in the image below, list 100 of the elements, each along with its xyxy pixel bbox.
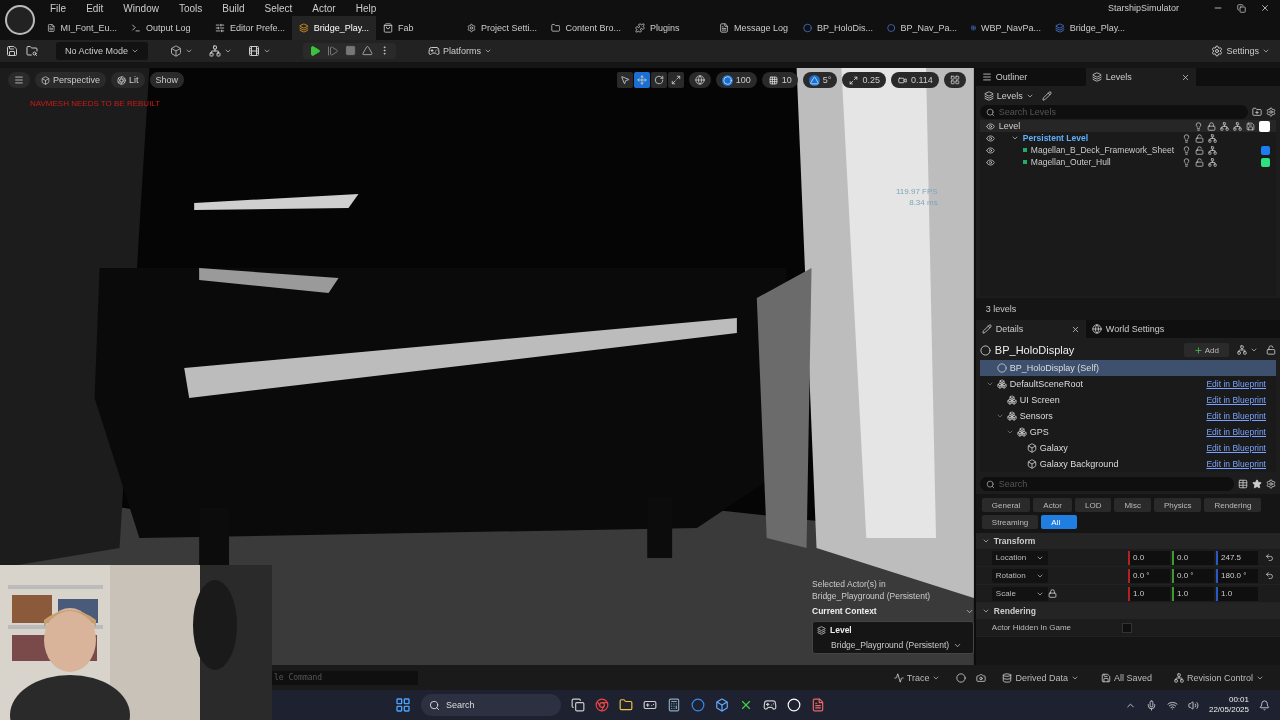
editor-tab[interactable]: Message Log xyxy=(712,16,796,40)
bell-icon[interactable] xyxy=(1259,699,1270,711)
panel-tab[interactable]: Levels xyxy=(1085,68,1196,86)
edit-blueprint-link[interactable]: Edit in Blueprint xyxy=(1206,459,1266,469)
mic-icon[interactable] xyxy=(1145,699,1157,711)
menu-item[interactable]: Build xyxy=(212,2,255,14)
number-field[interactable]: 0.0 ° xyxy=(1128,568,1170,583)
play-icon[interactable] xyxy=(309,45,321,57)
close-icon[interactable] xyxy=(1260,3,1270,13)
level-row[interactable]: Magellan_B_Deck_Framework_Sheet xyxy=(979,144,1276,156)
caret-icon[interactable] xyxy=(981,537,990,545)
settings-icon[interactable] xyxy=(1266,107,1276,117)
number-field[interactable]: 0.0 xyxy=(1172,550,1214,565)
editor-tab[interactable]: BP_Nav_Pa... xyxy=(880,16,964,40)
saved-button[interactable]: All Saved xyxy=(1094,671,1158,684)
edit-blueprint-link[interactable]: Edit in Blueprint xyxy=(1206,379,1266,389)
restore-icon[interactable] xyxy=(1237,3,1246,13)
gamepad-icon[interactable] xyxy=(643,698,657,712)
component-row[interactable]: Galaxy Background Edit in Blueprint xyxy=(979,456,1276,472)
filter-tab[interactable]: Streaming xyxy=(981,515,1039,529)
panel-tab[interactable]: World Settings xyxy=(1085,320,1196,338)
volume-icon[interactable] xyxy=(1187,699,1199,711)
edit-blueprint-link[interactable]: Edit in Blueprint xyxy=(1206,411,1266,421)
number-field[interactable]: 180.0 ° xyxy=(1216,568,1258,583)
menu-item[interactable]: Help xyxy=(345,2,387,14)
pencil-icon[interactable] xyxy=(1041,91,1052,101)
gamepad-icon[interactable] xyxy=(763,698,777,712)
reset-icon[interactable] xyxy=(1265,553,1274,562)
editor-tab[interactable]: Bridge_Play... xyxy=(1048,16,1132,40)
task-view-icon[interactable] xyxy=(571,698,585,712)
wifi-icon[interactable] xyxy=(1166,699,1178,711)
number-field[interactable]: 0.0 xyxy=(1128,550,1170,565)
caret-icon[interactable] xyxy=(995,412,1004,420)
caret-icon[interactable] xyxy=(1005,428,1014,436)
section-header[interactable]: Rendering xyxy=(975,603,1280,619)
folder-icon[interactable] xyxy=(619,698,633,712)
record-icon[interactable] xyxy=(956,672,967,683)
caret-icon[interactable] xyxy=(1010,134,1019,142)
menu-item[interactable]: File xyxy=(40,2,77,14)
level-row[interactable]: Magellan_Outer_Hull xyxy=(979,156,1276,168)
caret-icon[interactable] xyxy=(985,380,994,388)
component-row[interactable]: GPS Edit in Blueprint xyxy=(979,424,1276,440)
cross-icon[interactable] xyxy=(739,698,753,712)
trace-button[interactable]: Trace xyxy=(887,671,947,684)
filter-tab[interactable]: LOD xyxy=(1075,498,1112,512)
component-row[interactable]: Galaxy Edit in Blueprint xyxy=(979,440,1276,456)
stop-icon[interactable] xyxy=(345,45,356,56)
editor-tab[interactable]: Plugins xyxy=(628,16,712,40)
checkbox[interactable] xyxy=(1121,622,1132,633)
table-icon[interactable] xyxy=(1238,479,1248,489)
number-field[interactable]: 1.0 xyxy=(1216,586,1258,601)
mode-dropdown[interactable]: No Active Mode xyxy=(56,42,148,60)
filter-tab[interactable]: Physics xyxy=(1153,498,1202,512)
save-icon[interactable] xyxy=(6,45,18,57)
settings-button[interactable]: Settings xyxy=(1207,42,1274,60)
logo-icon[interactable] xyxy=(5,5,35,35)
menu-item[interactable]: Tools xyxy=(168,2,213,14)
property-dropdown[interactable]: Location xyxy=(991,550,1048,565)
lock-icon[interactable] xyxy=(1047,589,1057,598)
levels-dropdown[interactable]: Levels xyxy=(979,87,1038,105)
taskbar-search[interactable]: Search xyxy=(421,694,561,716)
property-dropdown[interactable]: Rotation xyxy=(991,568,1048,583)
editor-tab[interactable]: WBP_NavPa... xyxy=(964,16,1048,40)
add-button[interactable]: Add xyxy=(1183,343,1229,357)
editor-tab[interactable]: MI_Font_Eu... xyxy=(40,16,124,40)
component-row[interactable]: Sensors Edit in Blueprint xyxy=(979,408,1276,424)
menu-item[interactable]: Edit xyxy=(76,2,114,14)
number-field[interactable]: 1.0 xyxy=(1128,586,1170,601)
step-icon[interactable] xyxy=(327,45,339,57)
panel-tab[interactable]: Outliner xyxy=(975,68,1086,86)
editor-tab[interactable]: Content Bro... xyxy=(544,16,628,40)
editor-tab[interactable]: Fab xyxy=(376,16,460,40)
lock-icon[interactable] xyxy=(1266,345,1276,355)
editor-tab[interactable]: BP_HoloDis... xyxy=(796,16,880,40)
editor-tab[interactable]: Editor Prefe... xyxy=(208,16,292,40)
property-dropdown[interactable]: Scale xyxy=(991,586,1048,601)
star-icon[interactable] xyxy=(1252,479,1262,489)
component-row[interactable]: UI Screen Edit in Blueprint xyxy=(979,392,1276,408)
filter-tab[interactable]: Rendering xyxy=(1204,498,1262,512)
document-icon[interactable] xyxy=(811,698,825,712)
number-field[interactable]: 247.5 xyxy=(1216,550,1258,565)
calculator-icon[interactable] xyxy=(667,698,681,712)
close-icon[interactable] xyxy=(1180,72,1190,82)
close-icon[interactable] xyxy=(1070,324,1080,334)
editor-tab[interactable]: Bridge_Play... xyxy=(292,16,376,40)
filter-tab[interactable]: Misc xyxy=(1114,498,1151,512)
reset-icon[interactable] xyxy=(1265,571,1274,580)
camera-icon[interactable] xyxy=(976,672,987,683)
component-row[interactable]: BP_HoloDisplay (Self) xyxy=(979,360,1276,376)
edit-blueprint-link[interactable]: Edit in Blueprint xyxy=(1206,427,1266,437)
component-row[interactable]: DefaultSceneRoot Edit in Blueprint xyxy=(979,376,1276,392)
number-field[interactable]: 0.0 ° xyxy=(1172,568,1214,583)
start-icon[interactable] xyxy=(395,697,411,713)
platforms-button[interactable]: Platforms xyxy=(424,42,496,60)
section-header[interactable]: Transform xyxy=(975,533,1280,549)
filter-tab[interactable]: All xyxy=(1041,515,1078,529)
browser-icon[interactable] xyxy=(595,698,609,712)
settings-icon[interactable] xyxy=(1266,479,1276,489)
filter-tab[interactable]: Actor xyxy=(1033,498,1072,512)
derived-data-button[interactable]: Derived Data xyxy=(996,671,1085,684)
